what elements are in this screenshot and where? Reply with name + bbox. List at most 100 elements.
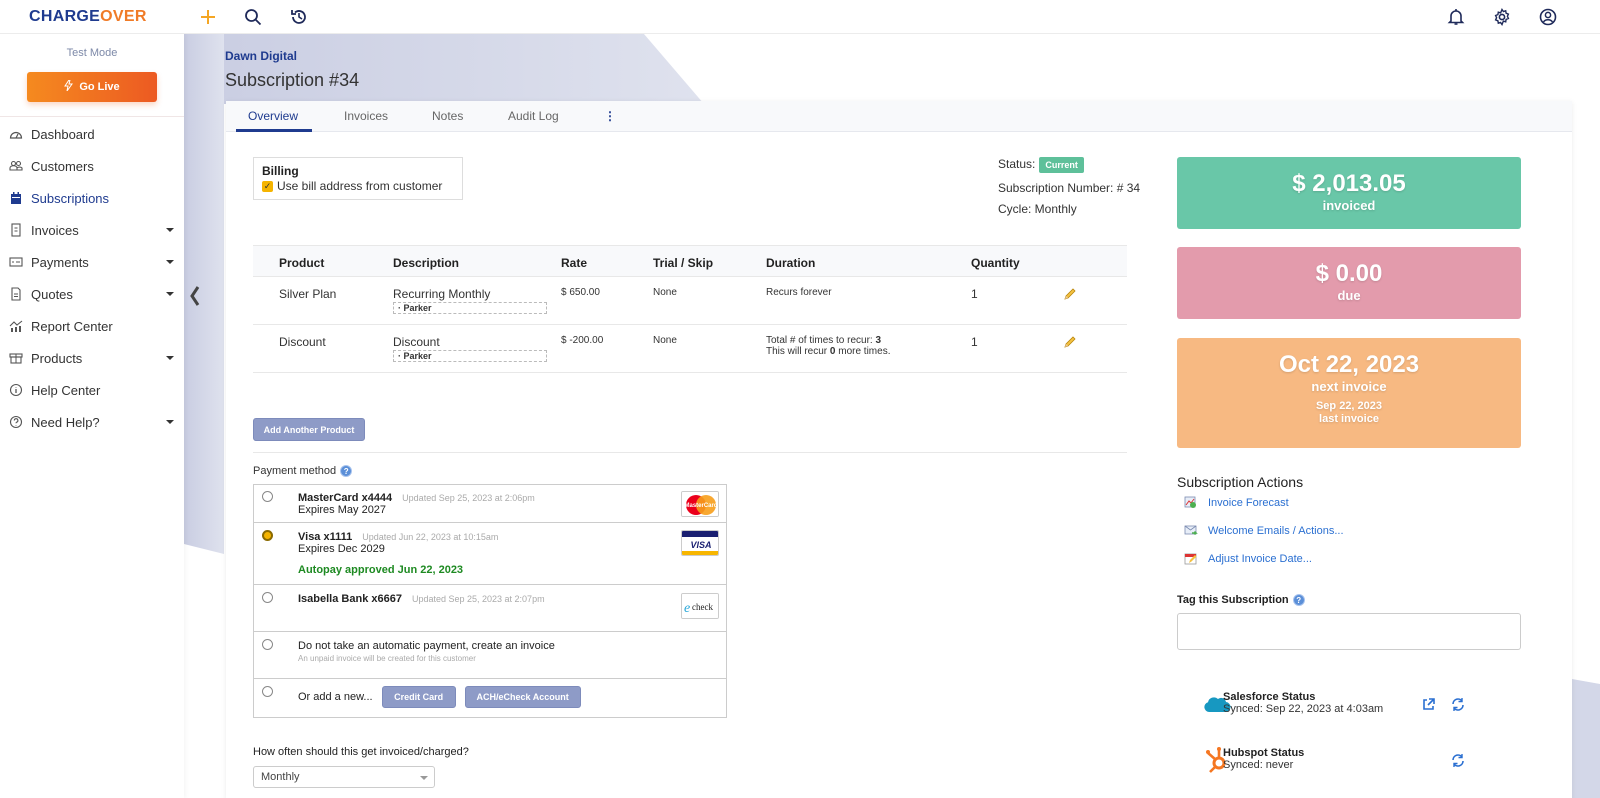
report-icon — [8, 318, 24, 334]
add-credit-card-button[interactable]: Credit Card — [381, 686, 456, 708]
active-tab-indicator — [236, 129, 312, 132]
top-bar: CHARGEOVER — [0, 0, 1600, 34]
integration-title: Salesforce Status — [1223, 691, 1316, 703]
external-link-icon[interactable] — [1422, 698, 1435, 716]
calendar-edit-icon — [1184, 553, 1197, 565]
payment-method-mastercard[interactable]: MasterCard x4444 Updated Sep 25, 2023 at … — [254, 485, 726, 523]
status-block: Status: Current Subscription Number: # 34… — [998, 157, 1140, 223]
sidebar-item-invoices[interactable]: Invoices — [0, 214, 184, 246]
tab-audit-log[interactable]: Audit Log — [508, 109, 559, 123]
billing-title: Billing — [262, 164, 299, 178]
sidebar-item-report-center[interactable]: Report Center — [0, 310, 184, 342]
product-duration: Total # of times to recur: 3 This will r… — [766, 335, 891, 357]
echeck-logo: e check — [681, 593, 719, 619]
payment-method-name: MasterCard x4444 — [298, 492, 393, 504]
use-bill-address-checkbox[interactable]: ✓ — [262, 180, 273, 192]
chargeover-logo[interactable]: CHARGEOVER — [29, 8, 147, 26]
payment-radio[interactable] — [262, 686, 273, 697]
test-mode-label: Test Mode — [66, 47, 118, 59]
use-bill-address-label: Use bill address from customer — [277, 179, 443, 193]
sidebar-item-label: Report Center — [31, 318, 113, 334]
payments-icon — [8, 254, 24, 270]
calendar-icon — [8, 190, 24, 206]
customers-icon — [8, 158, 24, 174]
subscription-card: Overview Invoices Notes Audit Log ⋮ Bill… — [226, 101, 1572, 798]
integration-title: Hubspot Status — [1223, 747, 1305, 759]
sidebar-item-quotes[interactable]: Quotes — [0, 278, 184, 310]
integration-sync-status: Synced: never — [1223, 759, 1294, 771]
chevron-down-icon[interactable] — [166, 228, 174, 232]
sidebar-item-payments[interactable]: Payments — [0, 246, 184, 278]
column-header: Product — [279, 256, 325, 270]
sidebar-item-need-help[interactable]: Need Help? — [0, 406, 184, 438]
payment-method-name: Visa x1111 — [298, 531, 353, 543]
help-icon[interactable]: ? — [1292, 594, 1305, 606]
tab-notes[interactable]: Notes — [432, 109, 463, 123]
add-ach-button[interactable]: ACH/eCheck Account — [464, 686, 581, 708]
frequency-select[interactable]: Monthly — [253, 766, 435, 788]
gear-icon[interactable] — [1491, 6, 1513, 28]
payment-method-bank[interactable]: Isabella Bank x6667 Updated Sep 25, 2023 … — [254, 585, 726, 632]
invoice-option-label: Do not take an automatic payment, create… — [298, 640, 555, 652]
payment-method-visa[interactable]: Visa x1111 Updated Jun 22, 2023 at 10:15a… — [254, 523, 726, 585]
history-icon[interactable] — [288, 6, 310, 28]
sidebar-item-label: Payments — [31, 254, 89, 270]
tab-invoices[interactable]: Invoices — [344, 109, 388, 123]
payment-radio[interactable] — [262, 639, 273, 650]
payment-updated: Updated Sep 25, 2023 at 2:06pm — [402, 493, 535, 503]
sidebar-item-help-center[interactable]: Help Center — [0, 374, 184, 406]
sidebar-item-subscriptions[interactable]: Subscriptions — [0, 182, 184, 214]
welcome-emails-link[interactable]: Welcome Emails / Actions... — [1184, 524, 1344, 537]
adjust-invoice-date-link[interactable]: Adjust Invoice Date... — [1184, 552, 1312, 565]
product-tag: · Parker — [393, 302, 547, 314]
status-badge: Current — [1039, 157, 1084, 173]
last-invoice-date: Sep 22, 2023 — [1315, 400, 1383, 412]
breadcrumb-customer[interactable]: Dawn Digital — [225, 49, 297, 63]
table-row: Discount Discount · Parker $ -200.00 Non… — [253, 325, 1127, 373]
tag-subscription-input[interactable] — [1177, 613, 1521, 650]
info-icon — [8, 382, 24, 398]
chevron-down-icon[interactable] — [166, 420, 174, 424]
invoiced-label: invoiced — [1322, 198, 1376, 213]
tab-overview[interactable]: Overview — [248, 109, 298, 123]
sidebar-item-label: Subscriptions — [31, 190, 110, 206]
sidebar-item-label: Help Center — [31, 382, 101, 398]
product-duration: Recurs forever — [766, 287, 832, 298]
payment-method-add-new: Or add a new... Credit Card ACH/eCheck A… — [254, 679, 726, 717]
payment-updated: Updated Jun 22, 2023 at 10:15am — [362, 532, 499, 542]
sync-icon[interactable] — [1451, 698, 1465, 716]
sidebar-item-dashboard[interactable]: Dashboard — [0, 118, 184, 150]
payment-expires: Expires May 2027 — [298, 504, 387, 516]
chevron-left-icon — [190, 286, 200, 306]
payment-method-invoice[interactable]: Do not take an automatic payment, create… — [254, 632, 726, 679]
next-invoice-stat: Oct 22, 2023 next invoice Sep 22, 2023 l… — [1177, 338, 1521, 448]
table-row: Silver Plan Recurring Monthly · Parker $… — [253, 277, 1127, 325]
search-icon[interactable] — [242, 6, 264, 28]
chevron-down-icon[interactable] — [166, 356, 174, 360]
payment-radio[interactable] — [262, 592, 273, 603]
chevron-down-icon[interactable] — [166, 292, 174, 296]
invoice-forecast-link[interactable]: Invoice Forecast — [1184, 496, 1289, 509]
more-tabs-icon[interactable]: ⋮ — [604, 109, 616, 123]
collapse-sidebar-handle[interactable] — [188, 284, 202, 308]
user-circle-icon[interactable] — [1537, 6, 1559, 28]
edit-pencil-icon[interactable] — [1063, 335, 1077, 352]
sidebar-item-products[interactable]: Products — [0, 342, 184, 374]
invoiced-amount: $ 2,013.05 — [1292, 170, 1406, 197]
cycle-label: Cycle: Monthly — [998, 202, 1077, 216]
sidebar-divider — [0, 116, 184, 117]
bell-icon[interactable] — [1445, 6, 1467, 28]
sync-icon[interactable] — [1451, 754, 1465, 772]
chevron-down-icon[interactable] — [166, 260, 174, 264]
edit-pencil-icon[interactable] — [1063, 287, 1077, 304]
plus-icon[interactable] — [197, 6, 219, 28]
sidebar-item-customers[interactable]: Customers — [0, 150, 184, 182]
help-icon[interactable]: ? — [340, 465, 353, 477]
chevron-down-icon — [420, 776, 428, 780]
go-live-button[interactable]: Go Live — [27, 72, 157, 102]
sidebar: Test Mode Go Live Dashboard Customers Su… — [0, 34, 184, 798]
payment-radio-selected[interactable] — [262, 530, 273, 541]
last-invoice-label: last invoice — [1319, 413, 1379, 425]
add-another-product-button[interactable]: Add Another Product — [253, 418, 365, 441]
payment-radio[interactable] — [262, 491, 273, 502]
